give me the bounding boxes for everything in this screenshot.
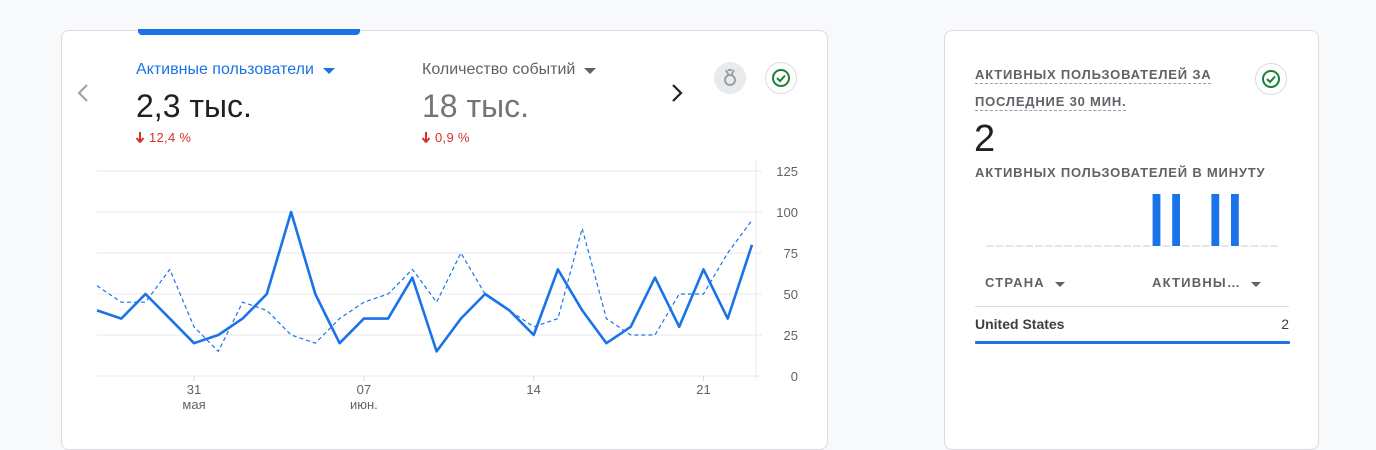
x-tick-sublabel: июн. [350,397,378,412]
per-minute-bar [1211,194,1220,246]
table-row: United States 2 [975,316,1289,336]
per-minute-bar-chart [986,194,1278,247]
series-line-current-period [96,210,754,353]
y-tick-label: 75 [784,246,798,261]
column-header-active-users[interactable]: АКТИВНЫ… [1152,275,1262,290]
x-tick-label: 14 [526,382,540,397]
y-tick-label: 0 [791,369,798,384]
y-tick-label: 25 [784,328,798,343]
x-tick-label: 31 [187,382,201,397]
per-minute-bar [1152,194,1161,246]
row-country: United States [975,316,1065,332]
x-tick-sublabel: мая [182,397,205,412]
y-tick-label: 125 [776,164,798,179]
caret-down-icon [1251,275,1262,290]
line-chart: 0 25 50 75 100 125 31мая 07июн. 14 21 [96,161,798,412]
realtime-card: АКТИВНЫХ ПОЛЬЗОВАТЕЛЕЙ ЗА ПОСЛЕДНИЕ 30 М… [944,30,1319,450]
x-tick-label: 07 [357,382,371,397]
series-line-previous-period [96,219,753,352]
overview-card: Активные пользователи 2,3 тыс. 12,4 % Ко… [61,29,828,450]
x-tick-label: 21 [696,382,710,397]
caret-down-icon [1054,275,1065,290]
y-tick-label: 50 [784,287,798,302]
table-divider [975,306,1289,307]
per-minute-bar [1231,194,1239,246]
row-count: 2 [1281,316,1289,332]
column-header-text: СТРАНА [985,275,1045,290]
column-header-text: АКТИВНЫ… [1152,275,1242,290]
per-minute-bar [1172,194,1180,246]
row-share-bar [975,341,1290,344]
y-tick-label: 100 [776,205,798,220]
column-header-country[interactable]: СТРАНА [985,275,1065,290]
